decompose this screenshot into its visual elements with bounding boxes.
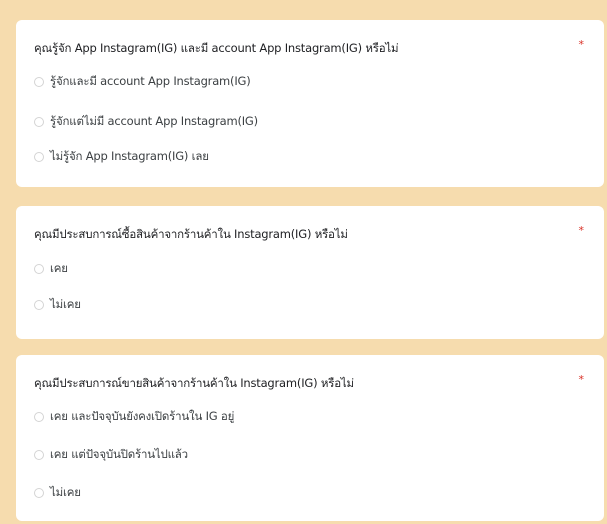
required-mark: * (578, 224, 585, 237)
radio-button[interactable] (34, 117, 44, 127)
question-card-1: คุณรู้จัก App Instagram(IG) และมี accoun… (16, 20, 604, 187)
question-2-title: คุณมีประสบการณ์ซื้อสินค้าจากร้านค้าใน In… (34, 227, 348, 241)
question-1-option-2[interactable]: รู้จักแต่ไม่มี account App Instagram(IG) (34, 113, 258, 131)
option-label: รู้จักแต่ไม่มี account App Instagram(IG) (50, 114, 258, 128)
question-card-3: คุณมีประสบการณ์ขายสินค้าจากร้านค้าใน Ins… (16, 355, 604, 521)
option-label: รู้จักและมี account App Instagram(IG) (50, 74, 251, 88)
question-1-option-1[interactable]: รู้จักและมี account App Instagram(IG) (34, 73, 251, 91)
question-1-title: คุณรู้จัก App Instagram(IG) และมี accoun… (34, 41, 399, 55)
question-card-2: คุณมีประสบการณ์ซื้อสินค้าจากร้านค้าใน In… (16, 206, 604, 339)
radio-button[interactable] (34, 300, 44, 310)
required-mark: * (578, 373, 585, 386)
question-3-title: คุณมีประสบการณ์ขายสินค้าจากร้านค้าใน Ins… (34, 376, 354, 390)
radio-button[interactable] (34, 412, 44, 422)
option-label: ไม่เคย (50, 485, 81, 499)
question-3-option-3[interactable]: ไม่เคย (34, 484, 81, 502)
question-3-option-2[interactable]: เคย แต่ปัจจุบันปิดร้านไปแล้ว (34, 446, 188, 464)
question-2-option-2[interactable]: ไม่เคย (34, 296, 81, 314)
required-mark: * (578, 38, 585, 51)
option-label: ไม่เคย (50, 297, 81, 311)
radio-button[interactable] (34, 264, 44, 274)
question-2-option-1[interactable]: เคย (34, 260, 68, 278)
radio-button[interactable] (34, 450, 44, 460)
question-1-option-3[interactable]: ไม่รู้จัก App Instagram(IG) เลย (34, 148, 209, 166)
option-label: ไม่รู้จัก App Instagram(IG) เลย (50, 149, 209, 163)
radio-button[interactable] (34, 77, 44, 87)
option-label: เคย (50, 261, 68, 275)
option-label: เคย และปัจจุบันยังคงเปิดร้านใน IG อยู่ (50, 409, 235, 423)
radio-button[interactable] (34, 488, 44, 498)
radio-button[interactable] (34, 152, 44, 162)
question-3-option-1[interactable]: เคย และปัจจุบันยังคงเปิดร้านใน IG อยู่ (34, 408, 234, 426)
option-label: เคย แต่ปัจจุบันปิดร้านไปแล้ว (50, 447, 188, 461)
